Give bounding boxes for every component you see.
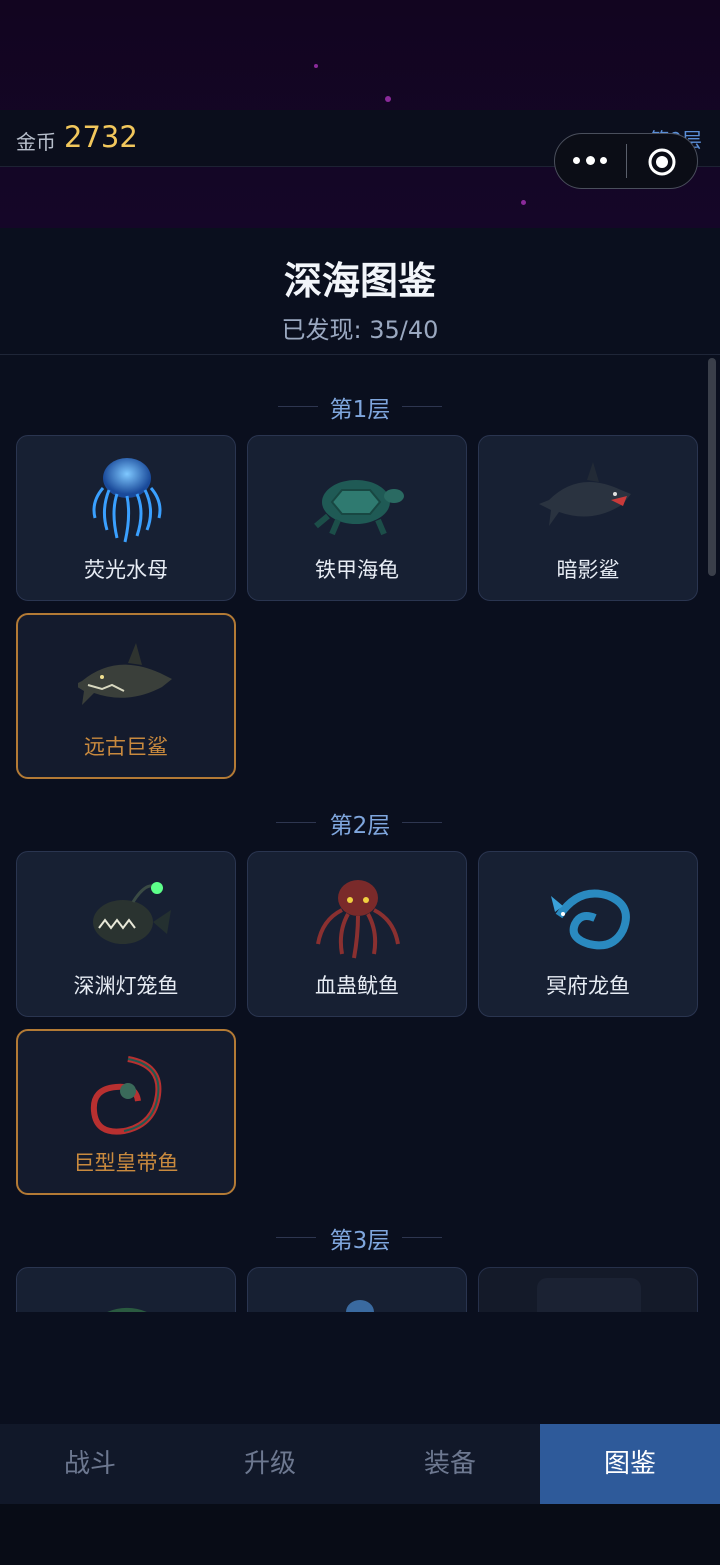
creature-name: 冥府龙鱼: [546, 974, 630, 998]
codex-scroll-list[interactable]: 第1层 荧光水母 铁甲海龟 暗影鲨 远古巨鲨 第2层 深渊灯笼鱼 血蛊鱿鱼 冥府…: [0, 356, 720, 1312]
creature-card-rare[interactable]: 巨型皇带鱼: [16, 1029, 236, 1195]
layer-header: 第3层: [0, 1217, 720, 1257]
scrollbar[interactable]: [708, 358, 716, 576]
layer-header: 第2层: [0, 802, 720, 842]
creature-card[interactable]: 冥府龙鱼: [478, 851, 698, 1017]
creature-card[interactable]: [16, 1267, 236, 1312]
creature-card[interactable]: 暗影鲨: [478, 435, 698, 601]
anglerfish-icon: [93, 882, 171, 944]
octopus-icon: [316, 880, 400, 959]
creature-card[interactable]: 铁甲海龟: [247, 435, 467, 601]
gold-value: 2732: [64, 120, 138, 154]
tab-codex[interactable]: 图鉴: [540, 1424, 720, 1504]
bottom-tab-bar: 战斗 升级 装备 图鉴: [0, 1424, 720, 1504]
creature-card[interactable]: [247, 1267, 467, 1312]
creature-card-rare[interactable]: 远古巨鲨: [16, 613, 236, 779]
creature-card[interactable]: 荧光水母: [16, 435, 236, 601]
tab-upgrade[interactable]: 升级: [180, 1424, 360, 1504]
codex-panel: 深海图鉴 已发现: 35/40 第1层 荧光水母 铁甲海龟 暗影鲨 远古巨鲨 第…: [0, 228, 720, 1424]
layer-label: 第2层: [329, 813, 391, 839]
discovered-count: 已发现: 35/40: [281, 316, 439, 344]
creature-name: 荧光水母: [84, 558, 168, 582]
divider: [0, 354, 720, 355]
bottom-safe-area: [0, 1504, 720, 1565]
miniprogram-capsule: [554, 133, 698, 189]
tab-battle[interactable]: 战斗: [0, 1424, 180, 1504]
creature-name: 暗影鲨: [556, 558, 620, 582]
octopus-icon: [346, 1300, 374, 1312]
layer-label: 第3层: [329, 1228, 391, 1254]
creature-card[interactable]: 深渊灯笼鱼: [16, 851, 236, 1017]
creature-name: 铁甲海龟: [315, 558, 399, 582]
dragonfish-icon: [551, 889, 630, 950]
page-title: 深海图鉴: [283, 259, 436, 303]
star-dot: [521, 200, 526, 205]
locked-icon: [537, 1278, 641, 1312]
gold-label: 金币: [16, 130, 56, 154]
tab-equipment[interactable]: 装备: [360, 1424, 540, 1504]
creature-name: 血蛊鱿鱼: [315, 974, 399, 998]
turtle-icon: [314, 480, 404, 536]
creature-name: 深渊灯笼鱼: [73, 974, 179, 998]
capsule-divider: [626, 144, 627, 178]
jellyfish-icon: [92, 458, 162, 543]
creature-card-locked[interactable]: [478, 1267, 698, 1312]
close-miniprogram-icon[interactable]: [647, 147, 677, 177]
star-dot: [385, 96, 391, 102]
more-menu-icon[interactable]: [573, 154, 609, 168]
layer-header: 第1层: [0, 386, 720, 426]
star-dot: [314, 64, 318, 68]
oarfish-icon: [90, 1056, 162, 1135]
ancient-shark-icon: [78, 643, 172, 705]
creature-name: 巨型皇带鱼: [73, 1151, 179, 1175]
sea-monster-icon: [107, 1308, 147, 1312]
shark-icon: [539, 462, 631, 526]
layer-label: 第1层: [329, 397, 391, 423]
creature-card[interactable]: 血蛊鱿鱼: [247, 851, 467, 1017]
creature-name: 远古巨鲨: [84, 735, 168, 759]
